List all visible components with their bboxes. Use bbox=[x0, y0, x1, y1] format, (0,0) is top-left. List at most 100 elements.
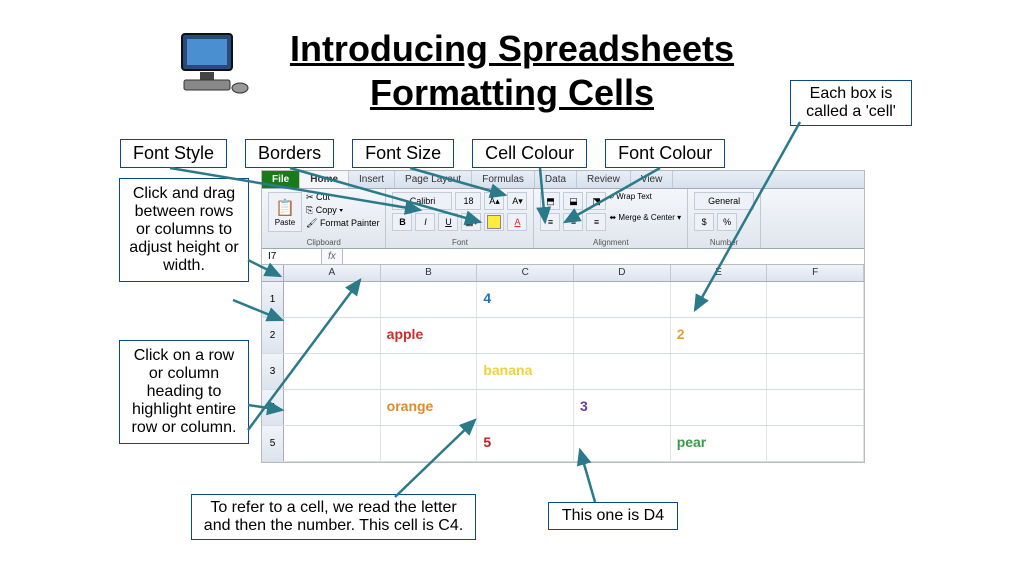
label-row: Font Style Borders Font Size Cell Colour… bbox=[120, 139, 725, 168]
align-left-icon[interactable]: ≡ bbox=[540, 213, 560, 231]
cell-d3[interactable] bbox=[574, 354, 671, 389]
fx-icon[interactable]: fx bbox=[322, 249, 343, 264]
select-all-corner[interactable] bbox=[262, 265, 284, 281]
tab-data[interactable]: Data bbox=[535, 171, 577, 188]
increase-font-icon[interactable]: A▴ bbox=[484, 192, 504, 210]
tab-formulas[interactable]: Formulas bbox=[472, 171, 535, 188]
table-row: 2 apple 2 bbox=[262, 318, 864, 354]
copy-button[interactable]: ⎘ Copy ▾ bbox=[306, 205, 379, 216]
align-right-icon[interactable]: ≡ bbox=[586, 213, 606, 231]
cell-a1[interactable] bbox=[284, 282, 381, 317]
col-header-f[interactable]: F bbox=[767, 265, 864, 281]
tab-view[interactable]: View bbox=[631, 171, 674, 188]
cell-d5[interactable] bbox=[574, 426, 671, 461]
font-name-select[interactable]: Calibri bbox=[392, 192, 452, 210]
cell-d2[interactable] bbox=[574, 318, 671, 353]
ribbon-group-number: General $ % Number bbox=[688, 189, 761, 248]
fill-color-button[interactable] bbox=[484, 213, 504, 231]
bold-button[interactable]: B bbox=[392, 213, 412, 231]
col-header-a[interactable]: A bbox=[284, 265, 381, 281]
font-color-button[interactable]: A bbox=[507, 213, 527, 231]
cell-d1[interactable] bbox=[574, 282, 671, 317]
cell-b2[interactable]: apple bbox=[381, 318, 478, 353]
label-font-colour: Font Colour bbox=[605, 139, 725, 168]
page-title: Introducing Spreadsheets bbox=[0, 28, 1024, 70]
align-top-icon[interactable]: ⬒ bbox=[540, 192, 560, 210]
ribbon-group-font: Calibri 18 A▴ A▾ B I U ▦▾ A Font bbox=[386, 189, 534, 248]
ribbon-group-clipboard: 📋Paste ✂ Cut ⎘ Copy ▾ 🖌 Format Painter C… bbox=[262, 189, 386, 248]
cell-b3[interactable] bbox=[381, 354, 478, 389]
align-center-icon[interactable]: ≡ bbox=[563, 213, 583, 231]
row-header-2[interactable]: 2 bbox=[262, 318, 284, 353]
cell-c3[interactable]: banana bbox=[477, 354, 574, 389]
currency-icon[interactable]: $ bbox=[694, 213, 714, 231]
cell-b5[interactable] bbox=[381, 426, 478, 461]
cell-b1[interactable] bbox=[381, 282, 478, 317]
align-bot-icon[interactable]: ⬔ bbox=[586, 192, 606, 210]
cut-button[interactable]: ✂ Cut bbox=[306, 192, 379, 203]
cell-f2[interactable] bbox=[767, 318, 864, 353]
cell-f5[interactable] bbox=[767, 426, 864, 461]
cell-f4[interactable] bbox=[767, 390, 864, 425]
cell-b4[interactable]: orange bbox=[381, 390, 478, 425]
format-painter-button[interactable]: 🖌 Format Painter bbox=[306, 218, 379, 229]
borders-button[interactable]: ▦▾ bbox=[461, 213, 481, 231]
row-header-4[interactable]: 4 bbox=[262, 390, 284, 425]
tab-file[interactable]: File bbox=[262, 171, 300, 188]
cell-e1[interactable] bbox=[671, 282, 768, 317]
cell-a4[interactable] bbox=[284, 390, 381, 425]
cell-e5[interactable]: pear bbox=[671, 426, 768, 461]
font-label: Font bbox=[392, 238, 527, 247]
clipboard-label: Clipboard bbox=[268, 238, 379, 247]
cell-a3[interactable] bbox=[284, 354, 381, 389]
callout-heading: Click on a row or column heading to high… bbox=[119, 340, 249, 444]
col-header-d[interactable]: D bbox=[574, 265, 671, 281]
col-header-c[interactable]: C bbox=[477, 265, 574, 281]
number-label: Number bbox=[694, 238, 754, 247]
cell-e3[interactable] bbox=[671, 354, 768, 389]
ribbon-tabs: File Home Insert Page Layout Formulas Da… bbox=[262, 171, 864, 189]
underline-button[interactable]: U bbox=[438, 213, 458, 231]
spreadsheet-grid: A B C D E F 1 4 2 apple 2 3 bbox=[262, 265, 864, 462]
row-header-1[interactable]: 1 bbox=[262, 282, 284, 317]
table-row: 1 4 bbox=[262, 282, 864, 318]
cell-f3[interactable] bbox=[767, 354, 864, 389]
cell-c1[interactable]: 4 bbox=[477, 282, 574, 317]
ribbon-group-alignment: ⬒ ⬓ ⬔ ⤶ Wrap Text ≡ ≡ ≡ ⬌ Merge & Center… bbox=[534, 189, 688, 248]
col-header-e[interactable]: E bbox=[671, 265, 768, 281]
tab-insert[interactable]: Insert bbox=[349, 171, 395, 188]
cell-e2[interactable]: 2 bbox=[671, 318, 768, 353]
merge-center-button[interactable]: ⬌ Merge & Center ▾ bbox=[609, 213, 681, 231]
align-mid-icon[interactable]: ⬓ bbox=[563, 192, 583, 210]
italic-button[interactable]: I bbox=[415, 213, 435, 231]
tab-home[interactable]: Home bbox=[300, 171, 349, 188]
label-cell-colour: Cell Colour bbox=[472, 139, 587, 168]
ribbon: 📋Paste ✂ Cut ⎘ Copy ▾ 🖌 Format Painter C… bbox=[262, 189, 864, 249]
cell-e4[interactable] bbox=[671, 390, 768, 425]
cell-a5[interactable] bbox=[284, 426, 381, 461]
wrap-text-button[interactable]: ⤶ Wrap Text bbox=[609, 192, 651, 210]
cell-c2[interactable] bbox=[477, 318, 574, 353]
cell-c4[interactable] bbox=[477, 390, 574, 425]
row-header-3[interactable]: 3 bbox=[262, 354, 284, 389]
cell-d4[interactable]: 3 bbox=[574, 390, 671, 425]
number-format-select[interactable]: General bbox=[694, 192, 754, 210]
cell-c5[interactable]: 5 bbox=[477, 426, 574, 461]
name-box[interactable]: I7 bbox=[262, 249, 322, 264]
tab-review[interactable]: Review bbox=[577, 171, 631, 188]
cell-f1[interactable] bbox=[767, 282, 864, 317]
label-font-style: Font Style bbox=[120, 139, 227, 168]
row-header-5[interactable]: 5 bbox=[262, 426, 284, 461]
font-size-select[interactable]: 18 bbox=[455, 192, 481, 210]
table-row: 5 5 pear bbox=[262, 426, 864, 462]
formula-input[interactable] bbox=[343, 249, 864, 264]
paste-button[interactable]: 📋Paste bbox=[268, 192, 302, 232]
col-header-b[interactable]: B bbox=[381, 265, 478, 281]
alignment-label: Alignment bbox=[540, 238, 681, 247]
cell-a2[interactable] bbox=[284, 318, 381, 353]
percent-icon[interactable]: % bbox=[717, 213, 737, 231]
tab-page-layout[interactable]: Page Layout bbox=[395, 171, 472, 188]
callout-refer: To refer to a cell, we read the letter a… bbox=[191, 494, 476, 540]
decrease-font-icon[interactable]: A▾ bbox=[507, 192, 527, 210]
table-row: 4 orange 3 bbox=[262, 390, 864, 426]
